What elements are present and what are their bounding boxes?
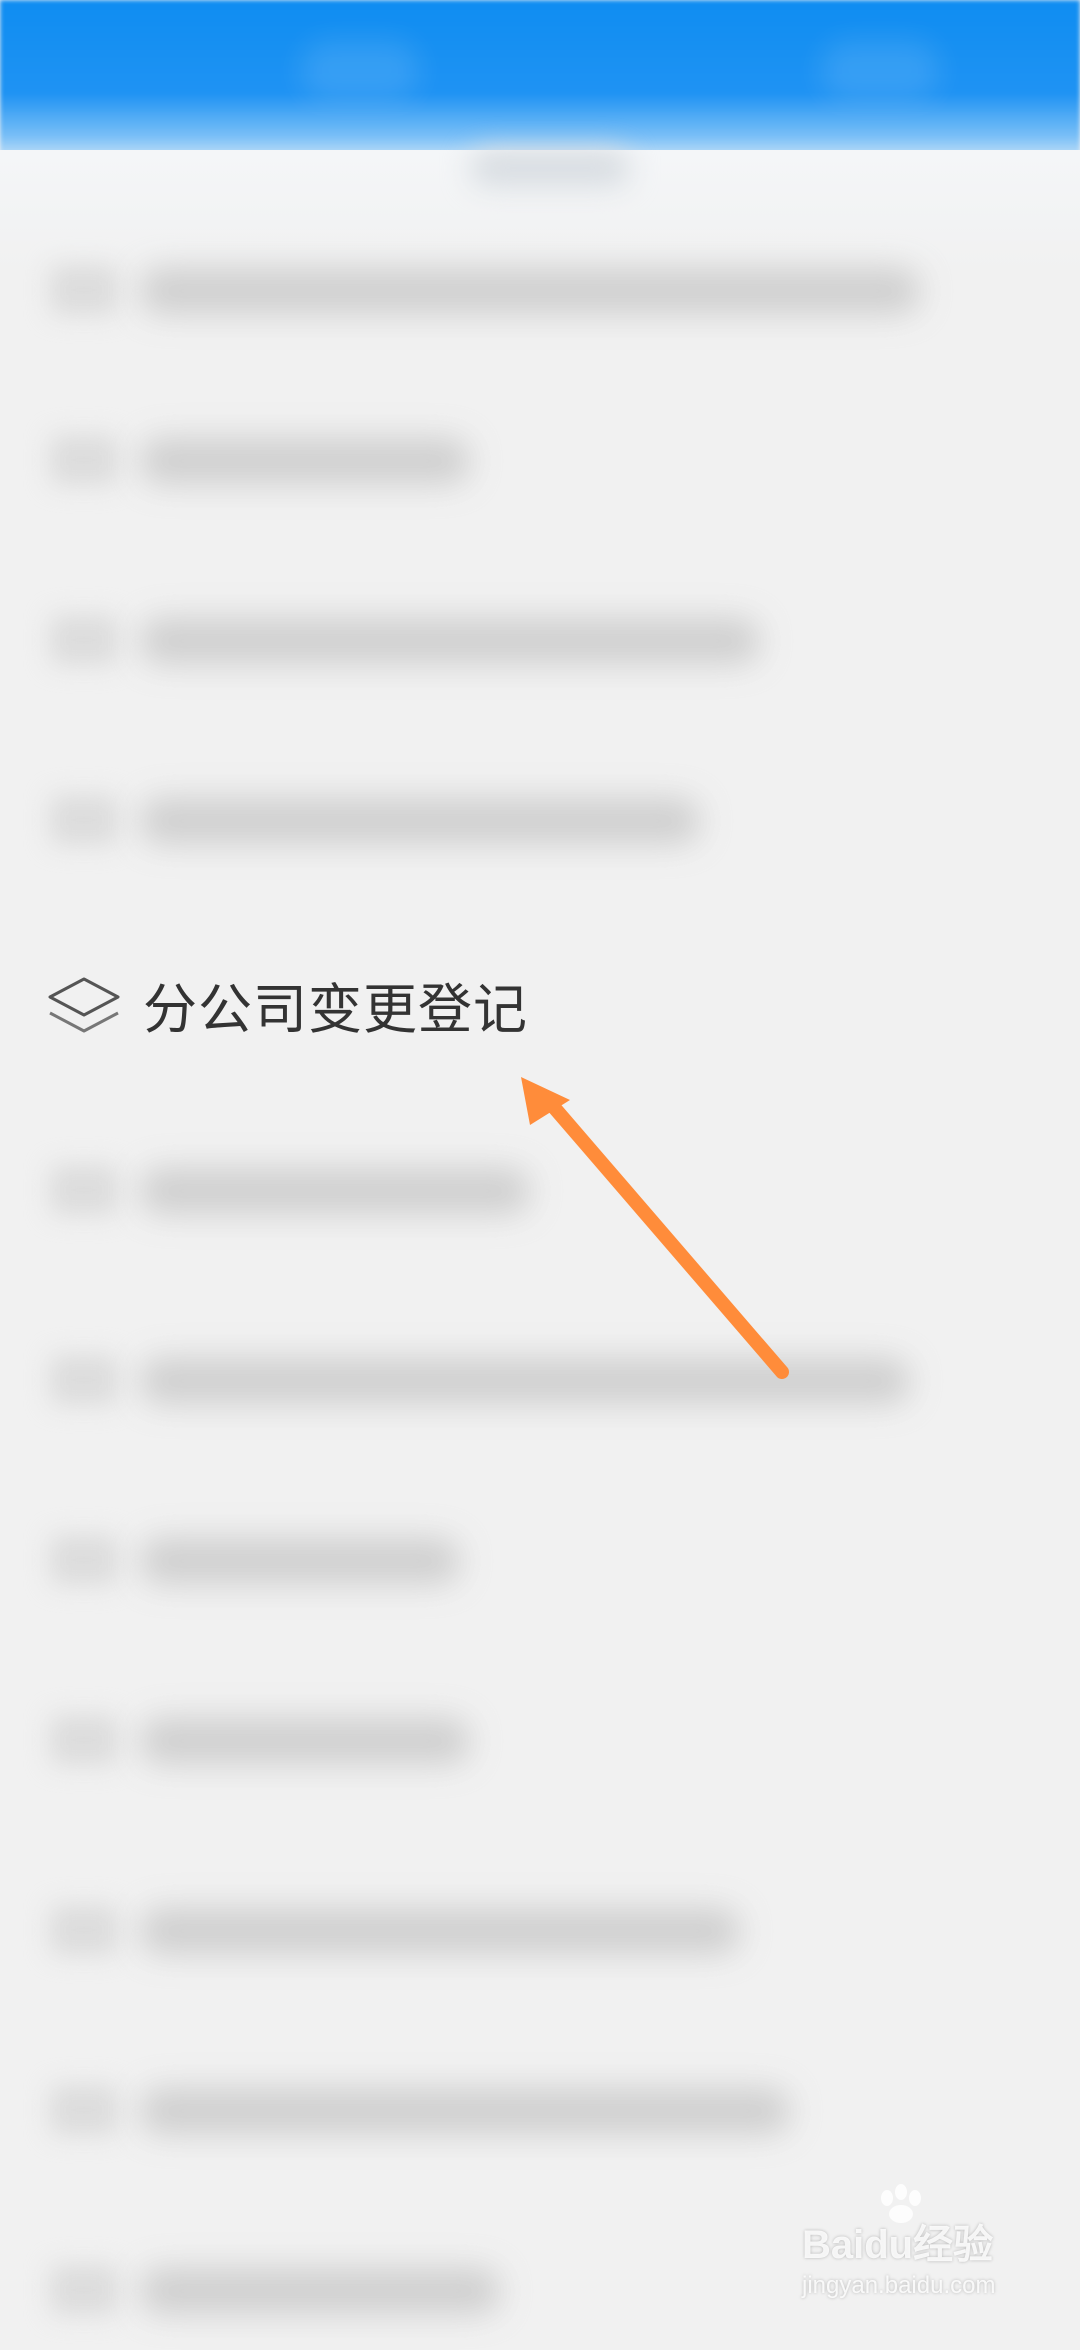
item-icon [50,795,118,845]
item-label-blurred [140,618,760,664]
item-label-blurred [140,1358,910,1404]
list-item[interactable] [0,1870,1080,1990]
item-icon [50,1355,118,1405]
item-icon [50,435,118,485]
list-item[interactable] [0,230,1080,350]
item-label-blurred [140,2088,790,2134]
item-label: 分公司变更登记 [143,978,528,1041]
baidu-jingyan-watermark: Baidu经验 jingyan.baidu.com [802,2184,1032,2300]
layers-icon [48,977,120,1033]
list-item[interactable] [0,2050,1080,2170]
watermark-url: jingyan.baidu.com [802,2272,996,2299]
item-icon [50,2085,118,2135]
item-label-blurred [140,2268,500,2314]
item-label-blurred [140,1908,740,1954]
list-item-branch-change-registration[interactable]: 分公司变更登记 [0,0,1080,1041]
item-label-blurred [140,798,700,844]
item-label-blurred [140,438,470,484]
item-icon [50,1535,118,1585]
item-label-blurred [140,1538,460,1584]
list-item[interactable] [0,1130,1080,1250]
item-list: 分公司变更登记 [0,0,1080,2340]
list-item[interactable] [0,1500,1080,1620]
list-item[interactable] [0,400,1080,520]
item-icon [50,1165,118,1215]
list-item[interactable] [0,760,1080,880]
item-icon [50,265,118,315]
item-icon [50,615,118,665]
item-icon [50,1905,118,1955]
list-item[interactable] [0,1680,1080,1800]
item-label-blurred [140,1718,470,1764]
list-item[interactable] [0,1320,1080,1440]
list-item[interactable] [0,580,1080,700]
item-icon [50,2265,118,2315]
paw-logo-icon [881,2184,921,2223]
item-label-blurred [140,268,920,314]
item-icon [50,1715,118,1765]
item-label-blurred [140,1168,530,1214]
